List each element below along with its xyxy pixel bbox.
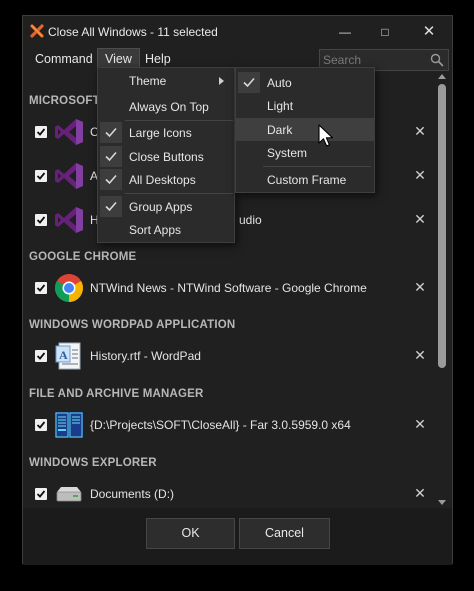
menu-item-label: System — [267, 146, 308, 160]
menu-item-custom-frame[interactable]: Custom Frame — [236, 168, 374, 191]
close-window-button[interactable]: ✕ — [421, 24, 437, 40]
row-title: {D:\Projects\SOFT\CloseAll} - Far 3.0.59… — [90, 418, 351, 432]
close-icon[interactable]: ✕ — [412, 123, 428, 139]
menu-item-label: Auto — [267, 76, 292, 90]
window-title: Close All Windows - 11 selected — [48, 25, 218, 39]
visual-studio-icon — [55, 163, 83, 189]
group-header: MICROSOFT — [29, 95, 100, 107]
row-checkbox[interactable] — [35, 126, 47, 138]
row-title-suffix: udio — [239, 213, 262, 227]
close-all-app-icon — [30, 24, 44, 38]
menu-separator — [125, 193, 233, 194]
vertical-scrollbar[interactable] — [435, 72, 449, 508]
maximize-button[interactable]: □ — [377, 24, 393, 40]
check-background — [100, 169, 122, 190]
svg-text:A: A — [59, 348, 68, 362]
check-background — [100, 146, 122, 167]
menu-item-label: Light — [267, 99, 294, 113]
visual-studio-icon — [55, 119, 83, 145]
close-icon[interactable]: ✕ — [412, 279, 428, 295]
menu-item-label: Sort Apps — [129, 223, 182, 237]
search-input[interactable] — [323, 52, 427, 68]
group-header: WINDOWS EXPLORER — [29, 457, 157, 469]
scroll-down-arrow-icon[interactable] — [438, 500, 446, 505]
view-menu-dropdown: Theme Always On Top Large Icons Close Bu… — [97, 67, 235, 243]
close-icon[interactable]: ✕ — [412, 211, 428, 227]
list-item[interactable]: {D:\Projects\SOFT\CloseAll} - Far 3.0.59… — [23, 405, 435, 445]
menu-item-label: Custom Frame — [267, 173, 347, 187]
menu-item-theme-auto[interactable]: Auto — [236, 71, 374, 94]
list-item[interactable]: A History.rtf - WordPad ✕ — [23, 336, 435, 376]
menu-item-large-icons[interactable]: Large Icons — [98, 121, 234, 144]
menu-separator — [263, 166, 371, 167]
dialog-footer: OK Cancel — [23, 508, 452, 565]
row-checkbox[interactable] — [35, 488, 47, 500]
check-icon — [105, 127, 117, 138]
check-background — [100, 196, 122, 217]
check-icon — [105, 174, 117, 185]
row-title: Documents (D:) — [90, 487, 175, 501]
search-icon[interactable] — [430, 53, 444, 67]
close-icon[interactable]: ✕ — [412, 347, 428, 363]
ok-button[interactable]: OK — [146, 518, 235, 549]
menu-command[interactable]: Command — [28, 48, 100, 70]
menu-item-label: Dark — [267, 123, 293, 137]
row-checkbox[interactable] — [35, 282, 47, 294]
menu-item-label: All Desktops — [129, 173, 196, 187]
menu-item-sort-apps[interactable]: Sort Apps — [98, 218, 234, 241]
title-bar[interactable]: Close All Windows - 11 selected — □ ✕ — [23, 16, 452, 48]
row-checkbox[interactable] — [35, 214, 47, 226]
theme-submenu: Auto Light Dark System Custom Frame — [235, 67, 375, 193]
menu-item-group-apps[interactable]: Group Apps — [98, 195, 234, 218]
row-checkbox[interactable] — [35, 170, 47, 182]
scroll-up-arrow-icon[interactable] — [438, 74, 446, 79]
scroll-thumb[interactable] — [438, 84, 446, 368]
check-icon — [105, 201, 117, 212]
menu-item-label: Theme — [129, 74, 167, 88]
menu-item-always-on-top[interactable]: Always On Top — [98, 95, 234, 118]
visual-studio-icon — [55, 207, 83, 233]
close-icon[interactable]: ✕ — [412, 167, 428, 183]
menu-item-theme[interactable]: Theme — [98, 69, 234, 92]
menu-item-label: Large Icons — [129, 126, 192, 140]
group-header: FILE AND ARCHIVE MANAGER — [29, 388, 204, 400]
menu-item-theme-system[interactable]: System — [236, 141, 374, 164]
row-title: NTWind News - NTWind Software - Google C… — [90, 281, 367, 295]
menu-item-all-desktops[interactable]: All Desktops — [98, 168, 234, 191]
far-manager-icon — [55, 412, 83, 438]
menu-item-theme-dark[interactable]: Dark — [236, 118, 374, 141]
check-background — [100, 122, 122, 143]
submenu-arrow-icon — [219, 77, 224, 85]
row-checkbox[interactable] — [35, 350, 47, 362]
menu-item-theme-light[interactable]: Light — [236, 94, 374, 117]
menu-item-label: Group Apps — [129, 200, 193, 214]
group-header: WINDOWS WORDPAD APPLICATION — [29, 319, 236, 331]
row-title: History.rtf - WordPad — [90, 349, 201, 363]
check-icon — [105, 151, 117, 162]
group-header: GOOGLE CHROME — [29, 251, 137, 263]
chrome-icon — [55, 274, 83, 302]
row-checkbox[interactable] — [35, 419, 47, 431]
list-item[interactable]: Documents (D:) ✕ — [23, 474, 435, 508]
cancel-button[interactable]: Cancel — [239, 518, 330, 549]
drive-icon — [56, 487, 82, 502]
menu-item-label: Always On Top — [129, 100, 209, 114]
mouse-cursor-icon — [318, 124, 334, 147]
minimize-button[interactable]: — — [337, 24, 353, 40]
close-icon[interactable]: ✕ — [412, 416, 428, 432]
menu-item-close-buttons[interactable]: Close Buttons — [98, 145, 234, 168]
check-icon — [243, 77, 255, 88]
menu-item-label: Close Buttons — [129, 150, 204, 164]
wordpad-icon: A — [55, 342, 81, 370]
check-background — [238, 72, 260, 93]
list-item[interactable]: NTWind News - NTWind Software - Google C… — [23, 268, 435, 308]
close-icon[interactable]: ✕ — [412, 485, 428, 501]
